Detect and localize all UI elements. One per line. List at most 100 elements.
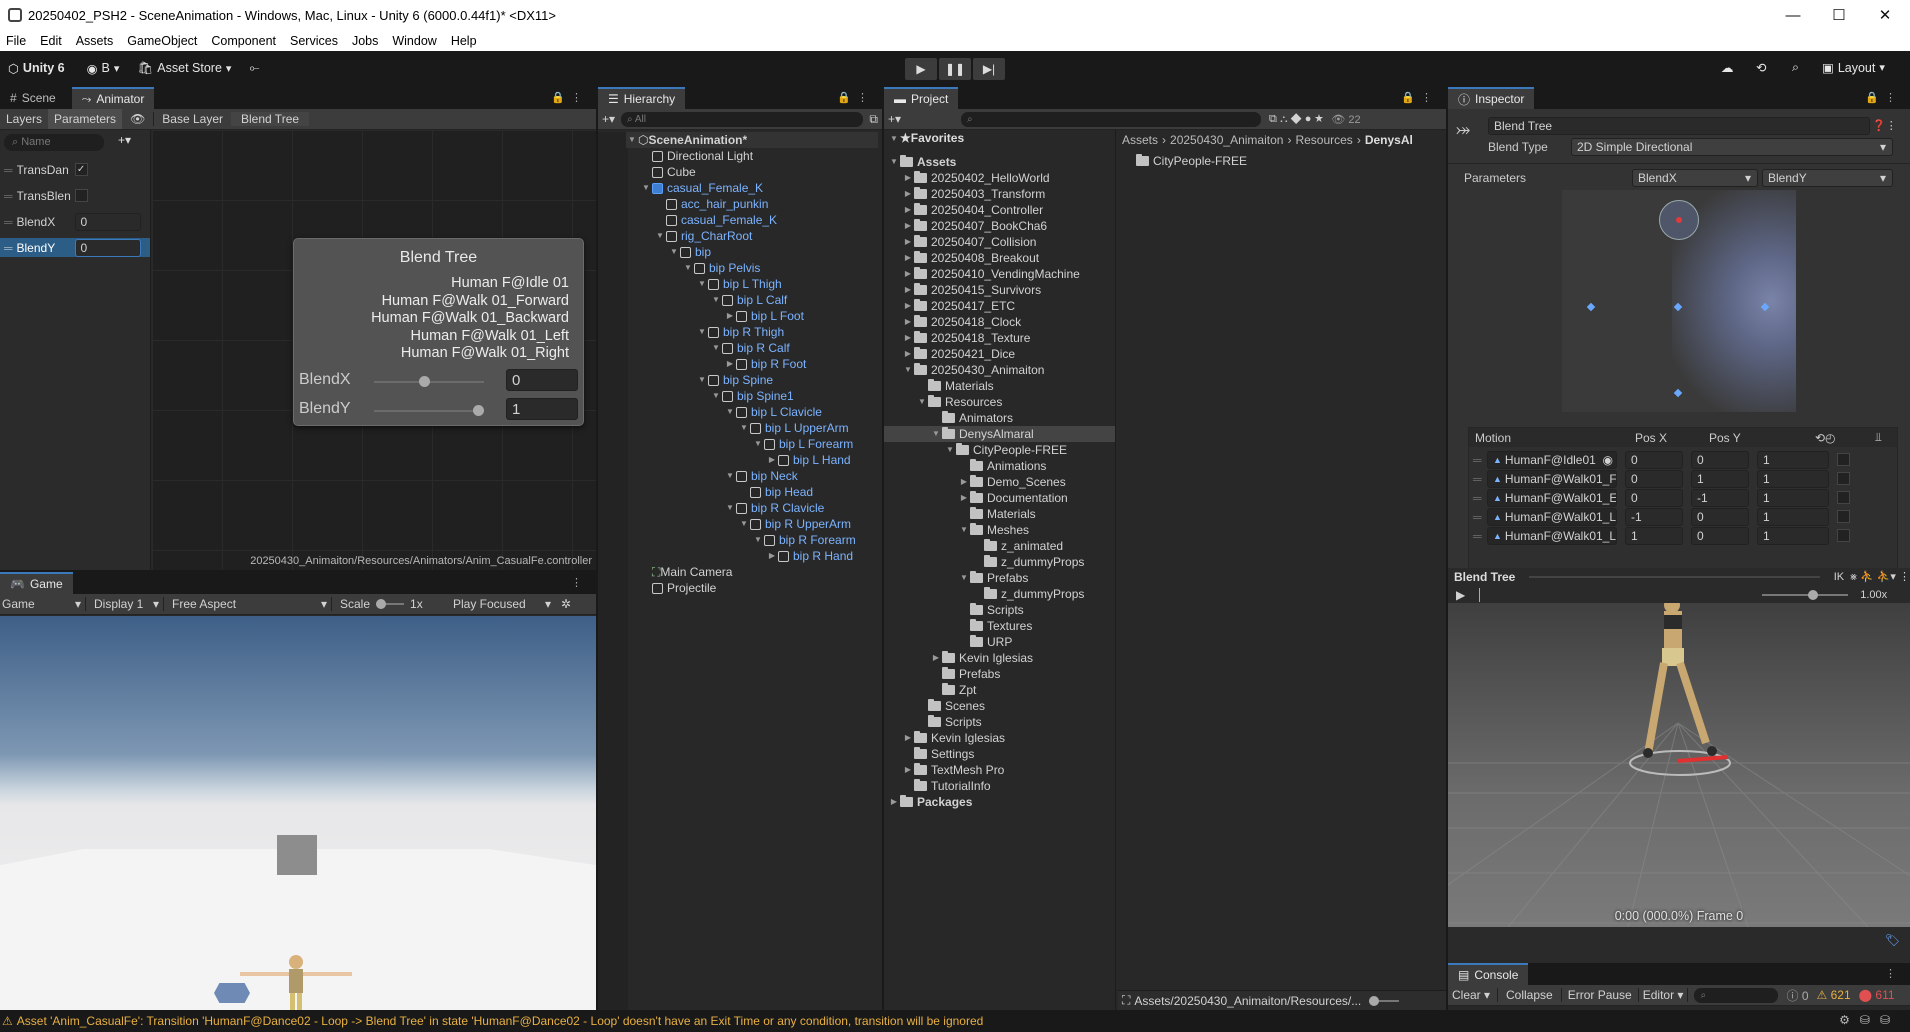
play-focused-dropdown[interactable]: Play Focused ▾ xyxy=(447,597,555,611)
pos-x-field[interactable]: 0 xyxy=(1625,488,1683,507)
panel-menu-icon[interactable]: 🔒⋮ xyxy=(837,91,874,104)
project-folder-item[interactable]: Materials xyxy=(884,506,1115,522)
expand-arrow-icon[interactable]: ▶ xyxy=(902,330,914,346)
param-row[interactable]: ═ TransBlen xyxy=(0,186,150,205)
preview-tool-icons[interactable]: ⨳ ⛹ ⛹▾ ⋮ xyxy=(1850,570,1910,584)
hierarchy-item[interactable]: ▼ bip Spine1 xyxy=(626,388,878,404)
menu-edit[interactable]: Edit xyxy=(34,34,70,48)
expand-arrow-icon[interactable]: ▼ xyxy=(724,404,736,420)
expand-arrow-icon[interactable]: ▶ xyxy=(902,170,914,186)
project-folder-item[interactable]: URP xyxy=(884,634,1115,650)
expand-arrow-icon[interactable]: ▶ xyxy=(902,266,914,282)
expand-arrow-icon[interactable]: ▼ xyxy=(888,154,900,170)
expand-arrow-icon[interactable]: ▼ xyxy=(958,570,970,586)
project-folder-item[interactable]: Prefabs xyxy=(884,666,1115,682)
expand-arrow-icon[interactable]: ▶ xyxy=(902,218,914,234)
expand-arrow-icon[interactable]: ▶ xyxy=(902,234,914,250)
hierarchy-item[interactable]: ▼ bip R Thigh xyxy=(626,324,878,340)
pos-x-field[interactable]: 1 xyxy=(1625,526,1683,545)
tab-console[interactable]: ▤ Console xyxy=(1448,963,1529,985)
hierarchy-item[interactable]: ▼ bip L Calf xyxy=(626,292,878,308)
project-folder-item[interactable]: ▶ 20250421_Dice xyxy=(884,346,1115,362)
project-folder-item[interactable]: Materials xyxy=(884,378,1115,394)
add-parameter-button[interactable]: +▾ xyxy=(118,133,131,147)
game-mode-dropdown[interactable]: Game ▾ xyxy=(0,597,86,611)
menu-gameobject[interactable]: GameObject xyxy=(121,34,205,48)
blendx-slider-knob[interactable] xyxy=(419,376,430,387)
eye-icon[interactable]: 👁 xyxy=(122,112,153,126)
motion-row[interactable]: ═▲HumanF@Walk01_F◉011 xyxy=(1469,469,1897,488)
hierarchy-item[interactable]: acc_hair_punkin xyxy=(626,196,878,212)
drag-handle-icon[interactable]: ═ xyxy=(1469,491,1487,505)
mirror-checkbox[interactable] xyxy=(1837,510,1850,523)
motion-row[interactable]: ═▲HumanF@Walk01_L◉ 101 xyxy=(1469,526,1897,545)
pos-y-field[interactable]: 1 xyxy=(1691,469,1749,488)
hierarchy-item[interactable]: ▶ bip L Foot xyxy=(626,308,878,324)
pause-button[interactable]: ❚❚ xyxy=(939,58,971,80)
layout-dropdown[interactable]: ▣ Layout ▾ xyxy=(1822,60,1885,76)
name-field[interactable]: Blend Tree xyxy=(1488,117,1870,135)
expand-arrow-icon[interactable]: ▶ xyxy=(766,452,778,468)
menu-component[interactable]: Component xyxy=(205,34,284,48)
expand-arrow-icon[interactable]: ▶ xyxy=(958,474,970,490)
expand-arrow-icon[interactable]: ▼ xyxy=(724,500,736,516)
project-folder-item[interactable]: ▼ Assets xyxy=(884,154,1115,170)
hierarchy-item[interactable]: ▼ casual_Female_K xyxy=(626,180,878,196)
panel-menu-icon[interactable]: 🔒⋮ xyxy=(1401,91,1438,104)
param-row-selected[interactable]: ═ BlendY 0 xyxy=(0,238,150,257)
history-icon[interactable]: ⟲ xyxy=(1756,60,1766,75)
aspect-dropdown[interactable]: Free Aspect ▾ xyxy=(164,597,332,611)
hierarchy-item[interactable]: ⛶ Main Camera xyxy=(626,564,878,580)
status-icons[interactable]: ⚙⛁⛁ xyxy=(1839,1013,1900,1027)
expand-arrow-icon[interactable]: ▼ xyxy=(752,532,764,548)
expand-arrow-icon[interactable]: ▶ xyxy=(766,548,778,564)
blendx-value-field[interactable]: 0 xyxy=(506,369,578,391)
expand-arrow-icon[interactable]: ▶ xyxy=(724,308,736,324)
motion-field[interactable]: ▲ HumanF@Idle01 ◉ xyxy=(1487,450,1617,469)
project-folder-item[interactable]: TutorialInfo xyxy=(884,778,1115,794)
expand-arrow-icon[interactable]: ▶ xyxy=(724,356,736,372)
project-folder-item[interactable]: ▶ 20250402_HelloWorld xyxy=(884,170,1115,186)
warning-count[interactable]: ⚠ 621 xyxy=(1817,988,1851,1002)
cloud-icon[interactable]: ☁ xyxy=(1721,60,1734,75)
expand-arrow-icon[interactable]: ▼ xyxy=(724,468,736,484)
panel-menu-icon[interactable]: 🔒⋮ xyxy=(1865,91,1902,104)
drag-handle-icon[interactable]: ═ xyxy=(1469,529,1487,543)
hierarchy-search-input[interactable]: ⌕ All xyxy=(621,111,864,127)
param-bool-checkbox[interactable] xyxy=(74,189,88,202)
search-options-icon[interactable]: ⧉ xyxy=(869,112,878,127)
pos-y-field[interactable]: 0 xyxy=(1691,450,1749,469)
project-folder-item[interactable]: ▶ 20250418_Texture xyxy=(884,330,1115,346)
pos-x-field[interactable]: 0 xyxy=(1625,469,1683,488)
hierarchy-item[interactable]: Directional Light xyxy=(626,148,878,164)
expand-arrow-icon[interactable]: ▼ xyxy=(902,362,914,378)
project-folder-item[interactable]: ▶ 20250404_Controller xyxy=(884,202,1115,218)
expand-arrow-icon[interactable]: ▼ xyxy=(668,244,680,260)
collapse-toggle[interactable]: Collapse xyxy=(1498,988,1562,1002)
minimize-button[interactable]: — xyxy=(1770,0,1816,30)
param-y-dropdown[interactable]: BlendY ▾ xyxy=(1762,169,1893,187)
mirror-checkbox[interactable] xyxy=(1837,472,1850,485)
tab-parameters[interactable]: Parameters xyxy=(48,109,123,129)
project-folder-item[interactable]: Animations xyxy=(884,458,1115,474)
expand-arrow-icon[interactable]: ▼ xyxy=(696,276,708,292)
panel-menu-icon[interactable]: 🔒⋮ xyxy=(551,91,588,104)
motion-row[interactable]: ═▲HumanF@Walk01_L◉ -1 01 xyxy=(1469,507,1897,526)
drag-handle-icon[interactable]: ═ xyxy=(1469,510,1487,524)
maximize-button[interactable]: ☐ xyxy=(1816,0,1862,30)
search-icon[interactable]: ⌕ xyxy=(1792,60,1799,75)
project-folder-item[interactable]: ▶ 20250418_Clock xyxy=(884,314,1115,330)
object-picker-icon[interactable]: ◉ xyxy=(1616,529,1617,543)
project-folder-item[interactable]: Animators xyxy=(884,410,1115,426)
expand-arrow-icon[interactable]: ▶ xyxy=(902,762,914,778)
preview-play-icon[interactable]: ▶ xyxy=(1456,588,1465,602)
project-folder-item[interactable]: ▼ CityPeople-FREE xyxy=(884,442,1115,458)
hierarchy-item[interactable]: Projectile xyxy=(626,580,878,596)
expand-arrow-icon[interactable]: ▼ xyxy=(710,388,722,404)
drag-handle-icon[interactable]: ═ xyxy=(1469,472,1487,486)
expand-arrow-icon[interactable]: ▶ xyxy=(902,730,914,746)
motion-row[interactable]: ═ ▲ HumanF@Idle01 ◉ 0 0 1 xyxy=(1469,450,1897,469)
expand-arrow-icon[interactable]: ▼ xyxy=(738,420,750,436)
breadcrumb-blend-tree[interactable]: Blend Tree xyxy=(231,112,310,126)
expand-arrow-icon[interactable]: ▶ xyxy=(902,282,914,298)
